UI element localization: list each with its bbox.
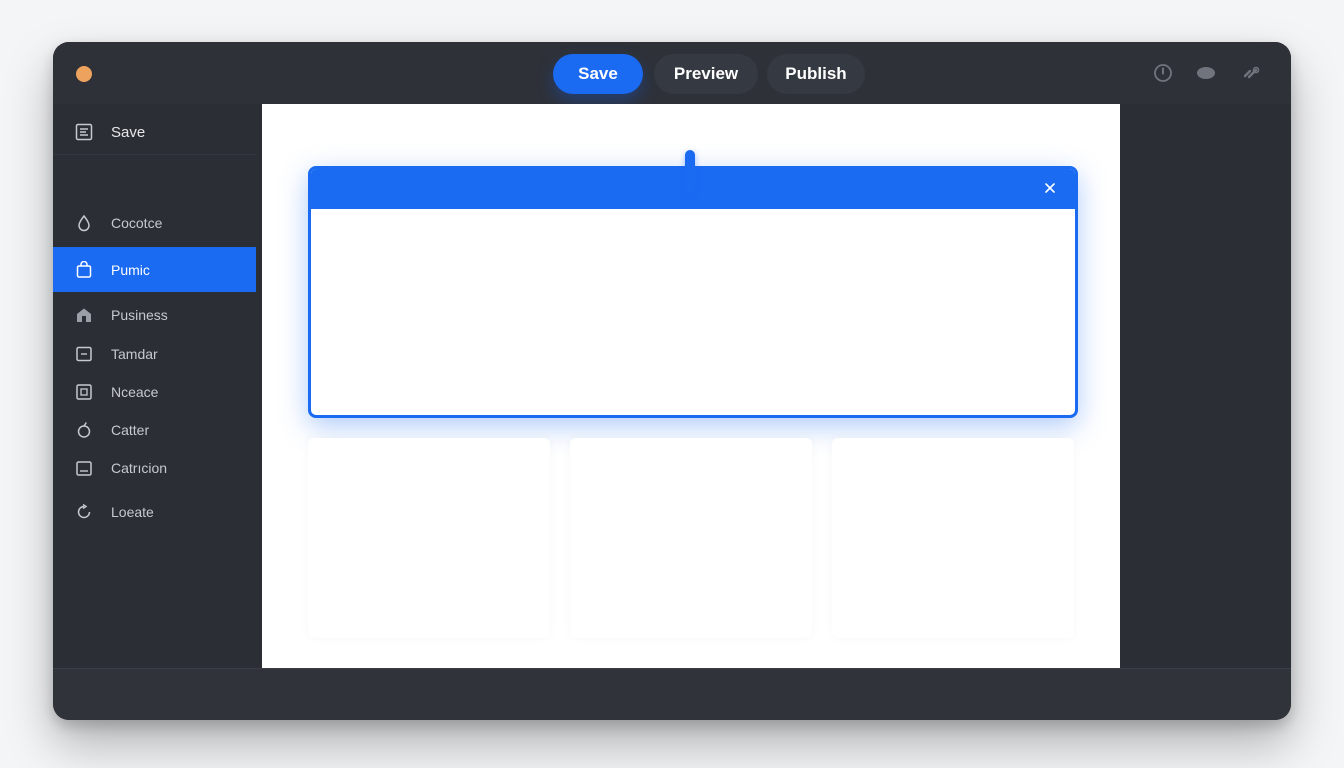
content-card[interactable] (308, 438, 550, 638)
info-icon[interactable] (1153, 63, 1173, 83)
sidebar: Save Cocotce Pumic Pusiness Tamdar Nceac… (53, 104, 262, 669)
content-card[interactable] (570, 438, 812, 638)
sidebar-item-label: Catrıcion (111, 460, 168, 476)
sidebar-item-label: Pusiness (111, 307, 168, 323)
sidebar-item-label: Loeate (111, 504, 154, 520)
sidebar-item-label: Pumic (111, 261, 150, 278)
link-icon[interactable] (1241, 63, 1261, 83)
calendar-icon (75, 459, 93, 477)
preview-button[interactable]: Preview (654, 54, 758, 94)
refresh-icon (75, 503, 93, 521)
sidebar-item-label: Catter (111, 422, 150, 438)
frame-icon (75, 383, 93, 401)
close-icon[interactable] (1041, 179, 1059, 197)
sidebar-item-label: Tamdar (111, 346, 158, 362)
sidebar-item-save[interactable]: Save (53, 110, 256, 155)
drag-handle[interactable] (685, 150, 695, 192)
briefcase-icon (75, 306, 93, 324)
status-bar (53, 668, 1291, 720)
sidebar-item-cocotce[interactable]: Cocotce (53, 201, 256, 245)
sidebar-item-pumic[interactable]: Pumic (53, 247, 256, 292)
sidebar-item-catricion[interactable]: Catrıcion (53, 446, 256, 490)
editor-canvas[interactable] (262, 104, 1120, 668)
save-icon (75, 123, 93, 141)
sidebar-item-loeate[interactable]: Loeate (53, 490, 256, 534)
content-card[interactable] (832, 438, 1074, 638)
title-bar: Save Preview Publish (53, 42, 1291, 105)
properties-panel (1120, 104, 1291, 668)
square-icon (75, 345, 93, 363)
chat-bubble-icon[interactable] (1196, 63, 1216, 83)
bag-icon (75, 260, 93, 279)
sidebar-item-label: Save (111, 123, 146, 141)
save-button[interactable]: Save (553, 54, 643, 94)
sidebar-item-pusiness[interactable]: Pusiness (53, 293, 256, 337)
window-control-dot[interactable] (76, 66, 92, 82)
sidebar-item-label: Nceace (111, 384, 159, 400)
drop-icon (75, 214, 93, 232)
sidebar-item-label: Cocotce (111, 215, 163, 231)
publish-button[interactable]: Publish (767, 54, 865, 94)
dialog-panel[interactable] (308, 166, 1078, 418)
bell-icon (75, 421, 93, 439)
app-window: Save Preview Publish Save Cocotce Pumic … (53, 42, 1291, 720)
